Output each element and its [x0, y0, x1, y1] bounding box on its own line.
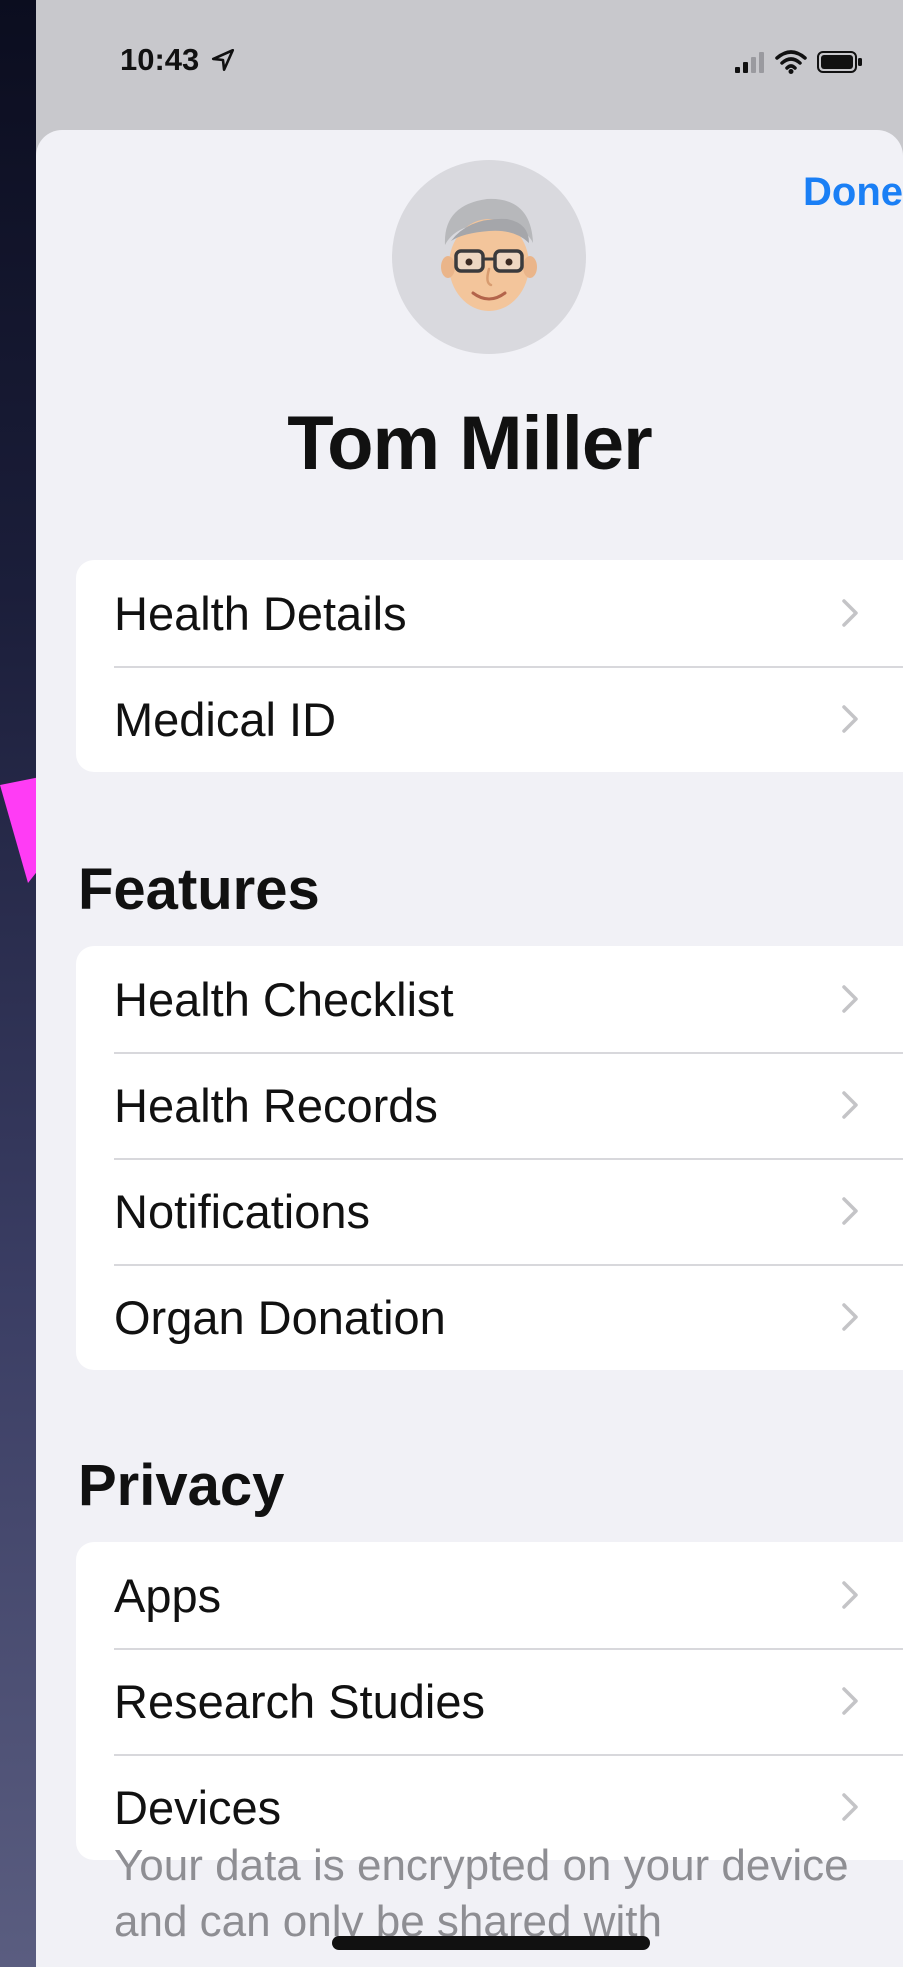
- health-details-row[interactable]: Health Details: [76, 560, 903, 666]
- chevron-right-icon: [842, 1091, 858, 1119]
- location-arrow-icon: [211, 48, 234, 72]
- notifications-row[interactable]: Notifications: [76, 1158, 903, 1264]
- features-card: Health Checklist Health Records Notifica…: [76, 946, 903, 1370]
- status-time-text: 10:43: [120, 42, 200, 77]
- chevron-right-icon: [842, 705, 858, 733]
- row-label: Notifications: [114, 1184, 370, 1238]
- avatar[interactable]: [392, 160, 586, 354]
- profile-name: Tom Miller: [287, 401, 652, 486]
- chevron-right-icon: [842, 1687, 858, 1715]
- apps-row[interactable]: Apps: [76, 1542, 903, 1648]
- done-button[interactable]: Done: [803, 170, 903, 215]
- privacy-card: Apps Research Studies Devices: [76, 1542, 903, 1860]
- medical-id-row[interactable]: Medical ID: [76, 666, 903, 772]
- research-studies-row[interactable]: Research Studies: [76, 1648, 903, 1754]
- profile-items-card: Health Details Medical ID: [76, 560, 903, 772]
- privacy-footer-text: Your data is encrypted on your device an…: [114, 1841, 849, 1946]
- chevron-right-icon: [842, 1197, 858, 1225]
- chevron-right-icon: [842, 599, 858, 627]
- health-checklist-row[interactable]: Health Checklist: [76, 946, 903, 1052]
- features-section-title: Features: [78, 857, 320, 922]
- health-records-row[interactable]: Health Records: [76, 1052, 903, 1158]
- row-label: Medical ID: [114, 692, 337, 746]
- row-label: Health Details: [114, 586, 407, 640]
- row-label: Health Checklist: [114, 972, 454, 1026]
- phone-screen: 10:43 Done Tom Miller Health Details Med…: [36, 0, 903, 1967]
- profile-sheet: Done Tom Miller Health Details Medical I…: [36, 130, 903, 1967]
- status-bar: 10:43: [36, 0, 903, 130]
- row-label: Devices: [114, 1780, 282, 1834]
- row-label: Health Records: [114, 1078, 438, 1132]
- chevron-right-icon: [842, 985, 858, 1013]
- cellular-signal-icon: [735, 52, 764, 73]
- chevron-right-icon: [842, 1793, 858, 1821]
- chevron-right-icon: [842, 1581, 858, 1609]
- home-indicator[interactable]: [332, 1936, 650, 1950]
- wifi-icon: [775, 50, 807, 74]
- battery-icon: [817, 51, 862, 73]
- row-label: Organ Donation: [114, 1290, 446, 1344]
- status-icons: [735, 50, 863, 74]
- chevron-right-icon: [842, 1303, 858, 1331]
- status-time: 10:43: [120, 42, 236, 78]
- organ-donation-row[interactable]: Organ Donation: [76, 1264, 903, 1370]
- row-label: Research Studies: [114, 1674, 485, 1728]
- memoji-avatar-icon: [441, 198, 537, 311]
- privacy-section-title: Privacy: [78, 1453, 285, 1518]
- row-label: Apps: [114, 1568, 222, 1622]
